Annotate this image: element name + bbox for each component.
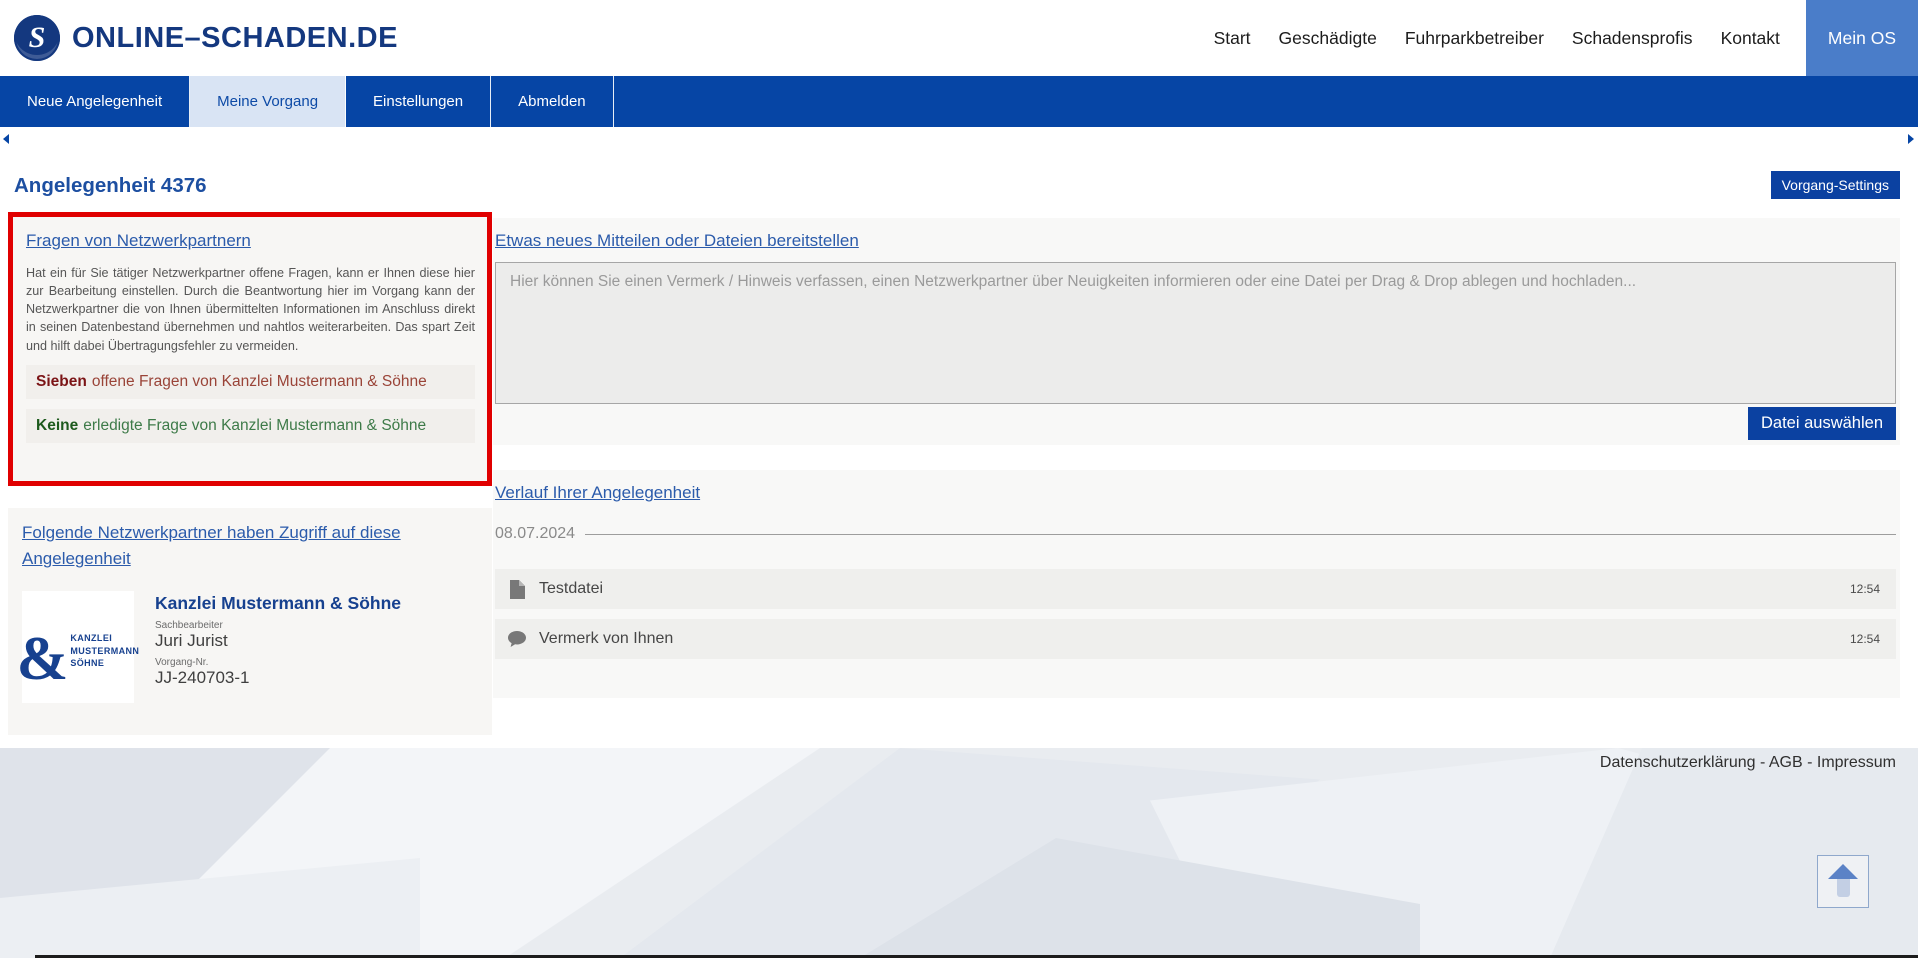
- partner-logo-line: KANZLEI: [70, 632, 139, 644]
- scroll-right-icon[interactable]: [1908, 134, 1914, 144]
- partner-case-label: Vorgang-Nr.: [155, 657, 401, 668]
- partners-panel: Folgende Netzwerkpartner haben Zugriff a…: [8, 508, 492, 735]
- brand-title: ONLINE–SCHADEN.DE: [72, 22, 398, 55]
- footer-legal-links[interactable]: Datenschutzerklärung - AGB - Impressum: [1600, 754, 1896, 772]
- comment-icon: [507, 631, 527, 647]
- nav-item-start[interactable]: Start: [1214, 28, 1251, 49]
- vorgang-settings-button[interactable]: Vorgang-Settings: [1771, 171, 1900, 199]
- history-entry-label: Vermerk von Ihnen: [539, 630, 673, 648]
- message-panel: Etwas neues Mitteilen oder Dateien berei…: [493, 218, 1900, 445]
- message-panel-title-link[interactable]: Etwas neues Mitteilen oder Dateien berei…: [495, 231, 859, 251]
- partner-role-label: Sachbearbeiter: [155, 620, 401, 631]
- questions-description: Hat ein für Sie tätiger Netzwerkpartner …: [26, 264, 475, 355]
- brand-logo-icon: S: [14, 15, 60, 61]
- arrow-up-icon: [1828, 864, 1858, 879]
- partner-case-value: JJ-240703-1: [155, 668, 401, 688]
- tab-bar: Neue Angelegenheit Meine Vorgang Einstel…: [0, 76, 1918, 127]
- page-title: Angelegenheit 4376: [14, 174, 207, 198]
- nav-item-geschaedigte[interactable]: Geschädigte: [1279, 28, 1377, 49]
- file-icon: [507, 580, 527, 599]
- partner-logo-text: KANZLEI MUSTERMANN SÖHNE: [70, 632, 139, 668]
- nav-item-kontakt[interactable]: Kontakt: [1721, 28, 1780, 49]
- history-date-rule: [585, 534, 1896, 535]
- nav-item-mein-os[interactable]: Mein OS: [1806, 0, 1918, 76]
- partner-logo-line: SÖHNE: [70, 657, 139, 669]
- questions-panel-title-link[interactable]: Fragen von Netzwerkpartnern: [26, 231, 251, 251]
- brand[interactable]: S ONLINE–SCHADEN.DE: [14, 15, 398, 61]
- nav-item-fuhrparkbetreiber[interactable]: Fuhrparkbetreiber: [1405, 28, 1544, 49]
- scroll-left-icon[interactable]: [3, 134, 9, 144]
- open-questions-count: Sieben: [36, 373, 87, 390]
- tab-neue-angelegenheit[interactable]: Neue Angelegenheit: [0, 76, 190, 127]
- top-nav: Start Geschädigte Fuhrparkbetreiber Scha…: [1200, 0, 1918, 76]
- done-questions-text: erledigte Frage von Kanzlei Mustermann &…: [83, 417, 426, 434]
- partners-panel-title-link[interactable]: Folgende Netzwerkpartner haben Zugriff a…: [22, 520, 422, 573]
- open-questions-status[interactable]: Sieben offene Fragen von Kanzlei Musterma…: [26, 365, 475, 399]
- history-date: 08.07.2024: [495, 525, 575, 543]
- history-entry-time: 12:54: [1850, 582, 1880, 596]
- history-entry-time: 12:54: [1850, 632, 1880, 646]
- partner-details: Kanzlei Mustermann & Söhne Sachbearbeite…: [155, 591, 401, 703]
- partner-logo-icon: & KANZLEI MUSTERMANN SÖHNE: [22, 591, 134, 703]
- history-entry-label: Testdatei: [539, 580, 603, 598]
- scroll-to-top-button[interactable]: [1817, 855, 1869, 908]
- message-input[interactable]: [495, 262, 1896, 404]
- history-panel: Verlauf Ihrer Angelegenheit 08.07.2024 T…: [493, 470, 1900, 698]
- history-date-row: 08.07.2024: [495, 525, 1896, 543]
- tab-meine-vorgang[interactable]: Meine Vorgang: [190, 76, 346, 127]
- app-header: S ONLINE–SCHADEN.DE Start Geschädigte Fu…: [0, 0, 1918, 76]
- history-entry-file[interactable]: Testdatei 12:54: [495, 569, 1896, 609]
- history-entry-note[interactable]: Vermerk von Ihnen 12:54: [495, 619, 1896, 659]
- partner-logo-ampersand: &: [17, 635, 69, 685]
- partner-card: & KANZLEI MUSTERMANN SÖHNE Kanzlei Muste…: [22, 591, 478, 703]
- page-footer: Datenschutzerklärung - AGB - Impressum: [0, 748, 1918, 958]
- history-panel-title-link[interactable]: Verlauf Ihrer Angelegenheit: [495, 483, 700, 503]
- tab-abmelden[interactable]: Abmelden: [491, 76, 614, 127]
- partner-name: Kanzlei Mustermann & Söhne: [155, 593, 401, 614]
- done-questions-count: Keine: [36, 417, 78, 434]
- tab-einstellungen[interactable]: Einstellungen: [346, 76, 491, 127]
- partner-logo-line: MUSTERMANN: [70, 645, 139, 657]
- open-questions-text: offene Fragen von Kanzlei Mustermann & S…: [92, 373, 427, 390]
- partner-role-value: Juri Jurist: [155, 631, 401, 651]
- nav-item-schadensprofis[interactable]: Schadensprofis: [1572, 28, 1693, 49]
- done-questions-status[interactable]: Keine erledigte Frage von Kanzlei Musterm…: [26, 409, 475, 443]
- questions-panel: Fragen von Netzwerkpartnern Hat ein für …: [8, 212, 492, 486]
- choose-file-button[interactable]: Datei auswählen: [1748, 407, 1896, 440]
- arrow-up-stem: [1837, 879, 1850, 897]
